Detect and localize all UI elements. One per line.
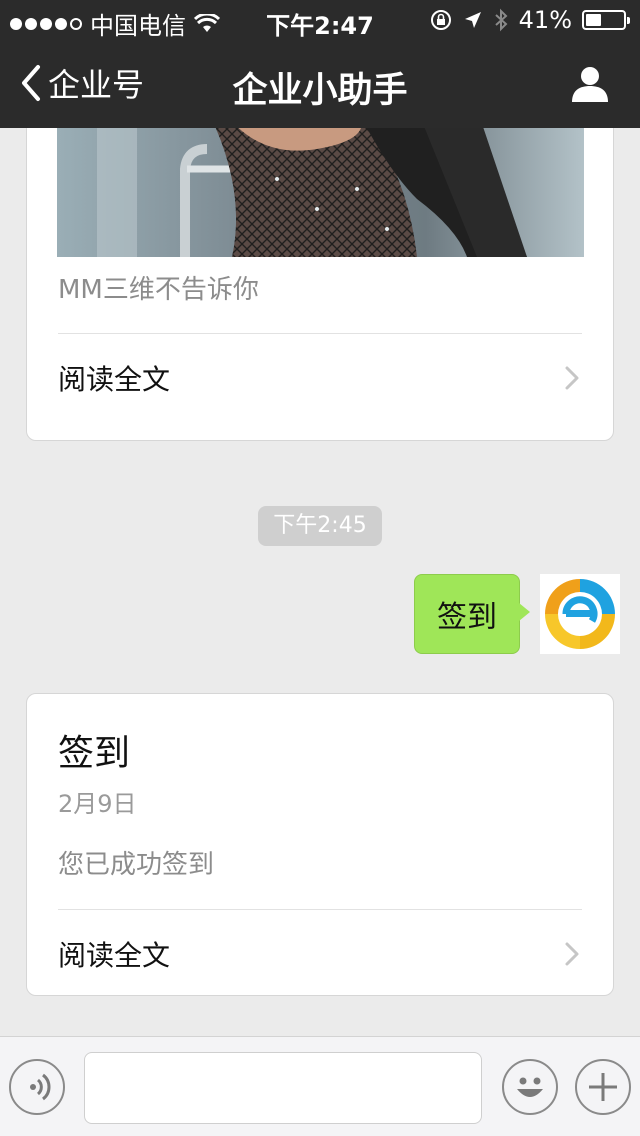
read-full-label: 阅读全文 xyxy=(58,363,171,396)
chevron-right-icon xyxy=(565,366,579,390)
article-summary: 您已成功签到 xyxy=(58,850,215,880)
battery-icon xyxy=(582,10,630,30)
article-date: 2月9日 xyxy=(58,790,137,818)
page-title: 企业小助手 xyxy=(232,71,408,111)
checkin-article-card[interactable]: 签到 2月9日 您已成功签到 阅读全文 xyxy=(26,693,614,996)
voice-icon xyxy=(30,1073,51,1101)
message-input[interactable] xyxy=(84,1052,482,1124)
voice-button[interactable] xyxy=(9,1059,65,1115)
emoji-button[interactable] xyxy=(502,1059,558,1115)
profile-icon[interactable] xyxy=(570,64,610,104)
more-button[interactable] xyxy=(575,1059,631,1115)
battery-level xyxy=(586,14,601,26)
header: 中国电信 下午2:47 41% 企业号 企业小助手 xyxy=(0,0,640,128)
read-full-label: 阅读全文 xyxy=(58,939,171,972)
chat-area[interactable]: MM三维不告诉你 阅读全文 下午2:45 签到 签到 2月9日 您已成功签到 阅… xyxy=(0,128,640,1036)
user-avatar[interactable] xyxy=(540,574,620,654)
sent-message-bubble[interactable]: 签到 xyxy=(414,574,530,654)
emoji-icon xyxy=(517,1077,543,1097)
plus-icon xyxy=(589,1073,617,1101)
article-title: 签到 xyxy=(58,733,131,774)
article-cover-image xyxy=(57,128,584,257)
article-card[interactable]: MM三维不告诉你 阅读全文 xyxy=(26,128,614,441)
status-bar: 中国电信 下午2:47 41% xyxy=(0,0,640,40)
message-timestamp: 下午2:45 xyxy=(258,506,382,546)
article-caption: MM三维不告诉你 xyxy=(58,275,259,305)
read-full-article-link[interactable]: 阅读全文 xyxy=(58,334,582,422)
bluetooth-icon xyxy=(494,8,508,32)
read-full-article-link[interactable]: 阅读全文 xyxy=(58,910,582,998)
rotation-lock-icon xyxy=(430,10,451,30)
chevron-right-icon xyxy=(565,942,579,966)
sent-message-text: 签到 xyxy=(437,600,497,635)
location-arrow-icon xyxy=(464,12,481,28)
battery-percent: 41% xyxy=(518,6,572,34)
status-right: 41% xyxy=(429,6,630,34)
input-bar xyxy=(0,1036,640,1136)
nav-bar: 企业号 企业小助手 xyxy=(0,40,640,128)
